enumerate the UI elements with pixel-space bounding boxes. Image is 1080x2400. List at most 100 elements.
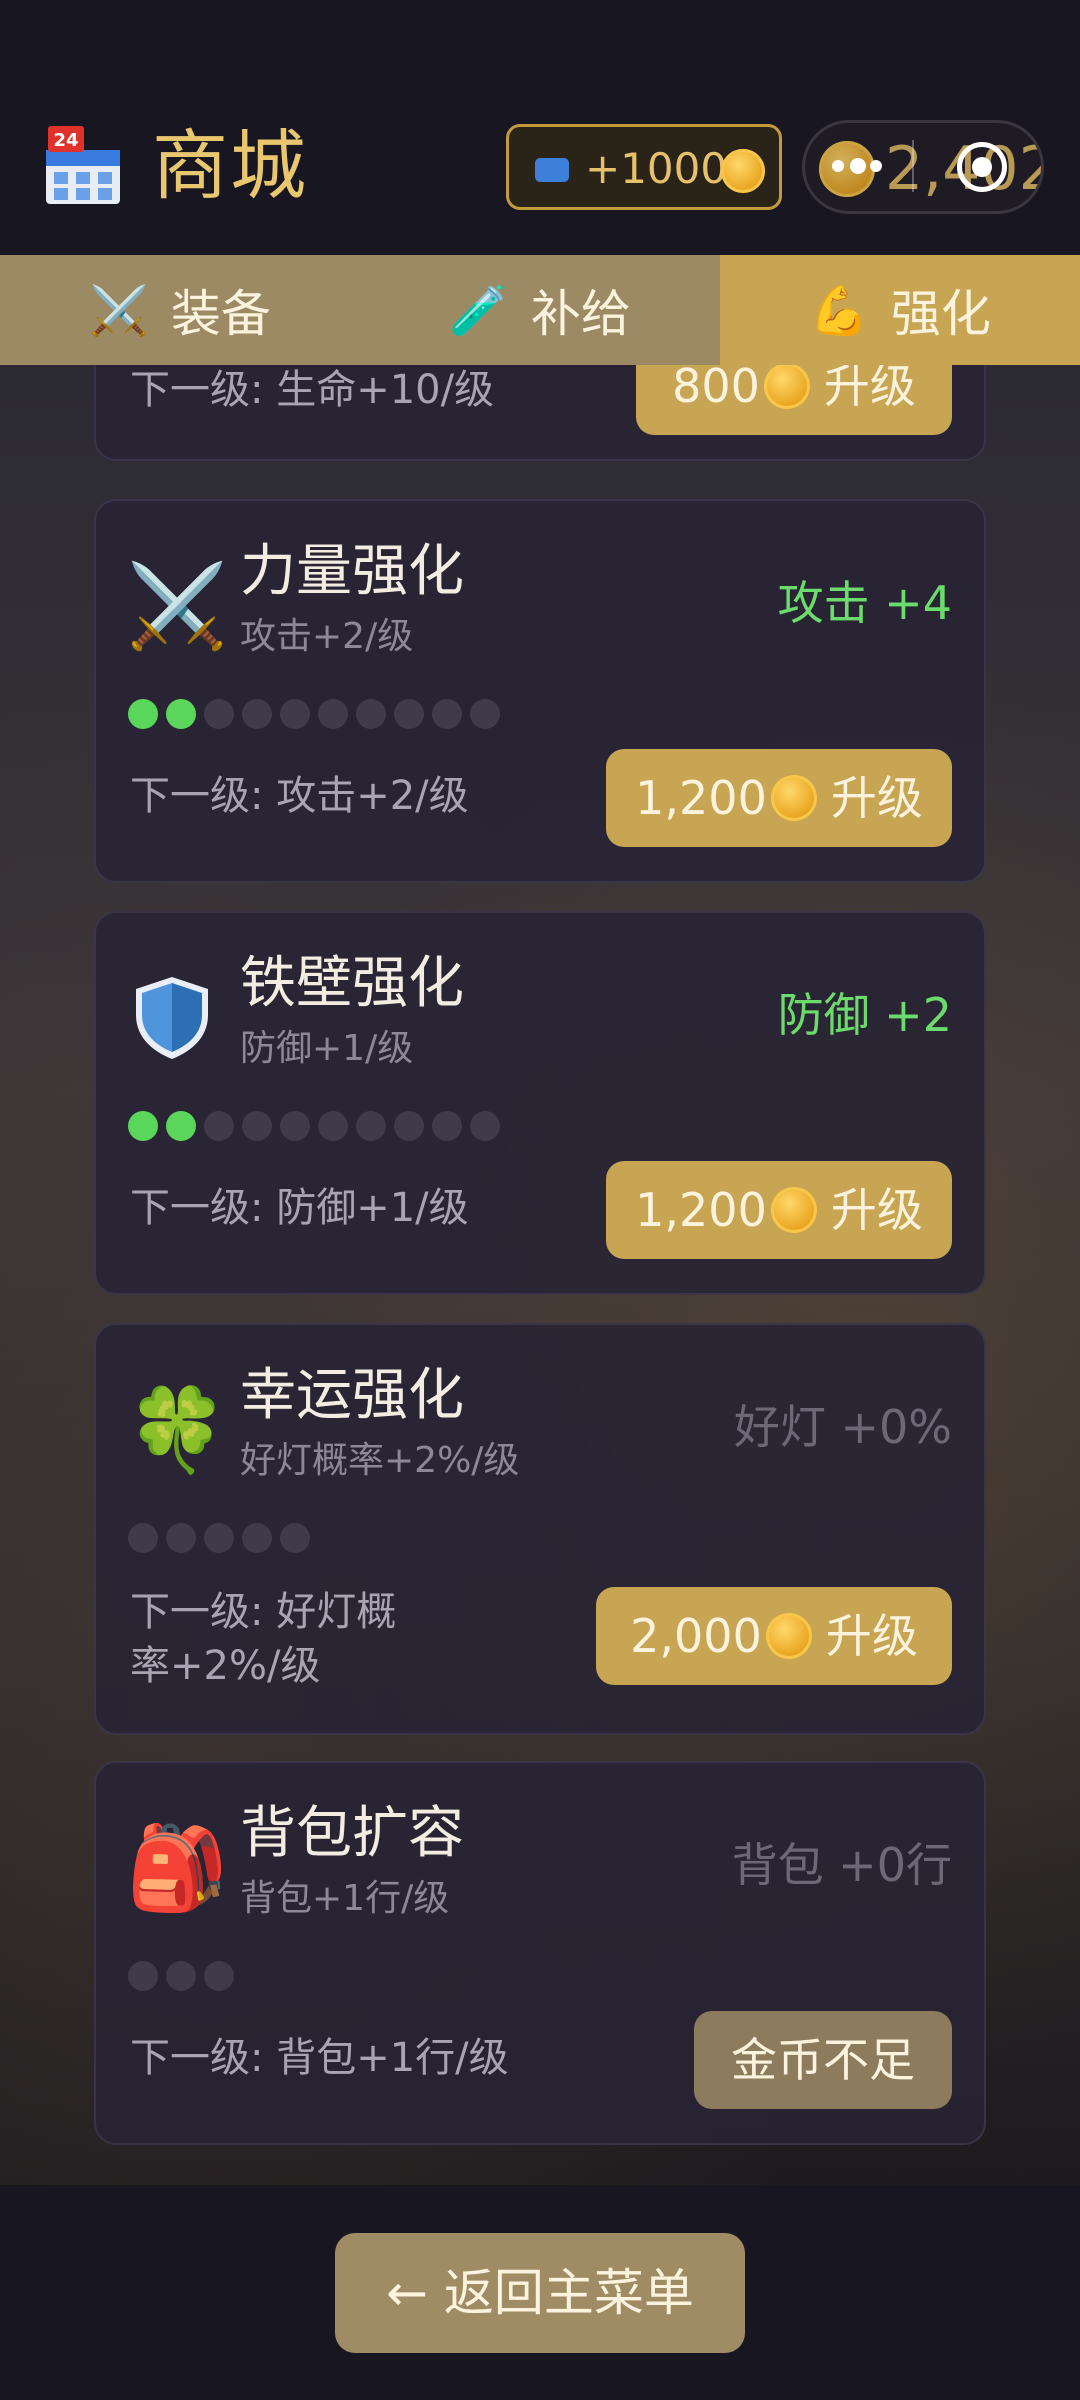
upgrade-description: 背包+1行/级 (240, 1878, 450, 1919)
ad-reward-amount: +1000 (585, 144, 728, 193)
upgrade-name: 幸运强化 (240, 1363, 464, 1428)
convenience-store-icon: 24 (46, 126, 120, 204)
upgrade-card-defense: 铁壁强化 防御+1/级 防御 +2 下一级: 防御+1/级 1,200 升级 (94, 911, 986, 1295)
backpack-icon: 🎒 (126, 1821, 229, 1916)
four-leaf-clover-icon: 🍀 (126, 1383, 229, 1478)
upgrade-description: 好灯概率+2%/级 (240, 1440, 520, 1481)
level-dot-empty (280, 1523, 310, 1553)
upgrade-label: 升级 (825, 1609, 918, 1663)
level-dots (128, 1523, 318, 1555)
price: 800 (672, 365, 760, 413)
shop-page: 24 商城 +1000 2,402 ⚔️ 装备 🧪 补给 💪 强化 下一级: 生… (0, 0, 1080, 2400)
tab-enhance[interactable]: 💪 强化 (720, 255, 1080, 365)
upgrade-description: 攻击+2/级 (240, 616, 414, 657)
tab-label: 强化 (890, 285, 991, 343)
flexed-biceps-icon: 💪 (809, 282, 869, 339)
level-dot-empty (166, 1523, 196, 1553)
more-menu-icon[interactable] (832, 146, 882, 186)
upgrade-list[interactable]: 下一级: 生命+10/级 800 升级 ⚔️ 力量强化 攻击+2/级 攻击 +4… (0, 365, 1080, 2185)
level-dot-empty (318, 699, 348, 729)
upgrade-button[interactable]: 2,000 升级 (596, 1587, 952, 1685)
coin-icon (721, 149, 765, 193)
level-dot-empty (432, 1111, 462, 1141)
next-level-text: 下一级: 背包+1行/级 (130, 2035, 509, 2081)
price: 2,000 (630, 1609, 762, 1663)
level-dot-empty (128, 1961, 158, 1991)
level-dot-empty (394, 699, 424, 729)
shield-icon (136, 977, 208, 1059)
next-level-text: 下一级: 好灯概率+2%/级 (130, 1589, 397, 1689)
level-dot-empty (356, 1111, 386, 1141)
svg-text:24: 24 (53, 130, 78, 151)
level-dot-filled (128, 1111, 158, 1141)
next-level-text: 下一级: 防御+1/级 (130, 1185, 469, 1231)
upgrade-button[interactable]: 800 升级 (636, 365, 952, 435)
level-dots (128, 1961, 242, 1993)
level-dot-empty (242, 1523, 272, 1553)
tab-label: 装备 (170, 285, 271, 343)
level-dot-empty (204, 1961, 234, 1991)
tab-equipment[interactable]: ⚔️ 装备 (0, 255, 360, 365)
current-bonus: 攻击 +4 (777, 576, 952, 630)
crossed-swords-icon: ⚔️ (89, 282, 149, 339)
upgrade-label: 升级 (823, 365, 916, 413)
level-dot-empty (242, 699, 272, 729)
upgrade-name: 力量强化 (240, 539, 464, 604)
level-dot-empty (166, 1961, 196, 1991)
level-dot-empty (204, 1111, 234, 1141)
capsule-divider (912, 140, 914, 192)
coin-icon (770, 775, 817, 821)
next-level-text: 下一级: 生命+10/级 (130, 367, 495, 413)
current-bonus: 背包 +0行 (731, 1838, 952, 1892)
level-dot-filled (128, 699, 158, 729)
upgrade-label: 升级 (830, 771, 923, 825)
insufficient-coins-button[interactable]: 金币不足 (694, 2011, 952, 2109)
tv-icon (535, 158, 569, 182)
back-to-main-menu-button[interactable]: ← 返回主菜单 (335, 2233, 745, 2353)
upgrade-card-backpack: 🎒 背包扩容 背包+1行/级 背包 +0行 下一级: 背包+1行/级 金币不足 (94, 1761, 986, 2145)
category-tabs: ⚔️ 装备 🧪 补给 💪 强化 (0, 255, 1080, 365)
upgrade-button[interactable]: 1,200 升级 (606, 1161, 952, 1259)
tab-label: 补给 (530, 285, 631, 343)
upgrade-description: 防御+1/级 (240, 1028, 414, 1069)
price: 1,200 (635, 1183, 767, 1237)
price: 1,200 (635, 771, 767, 825)
insufficient-coins-label: 金币不足 (731, 2033, 915, 2087)
footer: ← 返回主菜单 (0, 2185, 1080, 2400)
crossed-swords-icon: ⚔️ (126, 559, 229, 654)
level-dot-filled (166, 1111, 196, 1141)
level-dots (128, 699, 508, 731)
level-dot-filled (166, 699, 196, 729)
upgrade-card-luck: 🍀 幸运强化 好灯概率+2%/级 好灯 +0% 下一级: 好灯概率+2%/级 2… (94, 1323, 986, 1735)
coin-icon (770, 1187, 817, 1233)
level-dots (128, 1111, 508, 1143)
coin-icon (763, 365, 810, 409)
test-tube-icon: 🧪 (449, 282, 509, 339)
level-dot-empty (470, 699, 500, 729)
level-dot-empty (470, 1111, 500, 1141)
upgrade-label: 升级 (830, 1183, 923, 1237)
level-dot-empty (204, 699, 234, 729)
next-level-text: 下一级: 攻击+2/级 (130, 773, 469, 819)
level-dot-empty (242, 1111, 272, 1141)
tab-supplies[interactable]: 🧪 补给 (360, 255, 720, 365)
upgrade-name: 铁壁强化 (240, 951, 464, 1016)
upgrade-card-health: 下一级: 生命+10/级 800 升级 (94, 365, 986, 461)
watch-ad-reward-button[interactable]: +1000 (506, 124, 782, 210)
upgrade-card-strength: ⚔️ 力量强化 攻击+2/级 攻击 +4 下一级: 攻击+2/级 1,200 升… (94, 499, 986, 883)
level-dot-empty (318, 1111, 348, 1141)
close-miniprogram-icon[interactable] (957, 142, 1007, 192)
upgrade-button[interactable]: 1,200 升级 (606, 749, 952, 847)
level-dot-empty (280, 1111, 310, 1141)
header: 24 商城 +1000 2,402 (0, 0, 1080, 255)
level-dot-empty (204, 1523, 234, 1553)
coin-icon (765, 1613, 812, 1659)
level-dot-empty (280, 699, 310, 729)
level-dot-empty (394, 1111, 424, 1141)
level-dot-empty (128, 1523, 158, 1553)
current-bonus: 好灯 +0% (733, 1400, 952, 1454)
page-title: 商城 (152, 121, 308, 210)
level-dot-empty (432, 699, 462, 729)
level-dot-empty (356, 699, 386, 729)
current-bonus: 防御 +2 (777, 988, 952, 1042)
